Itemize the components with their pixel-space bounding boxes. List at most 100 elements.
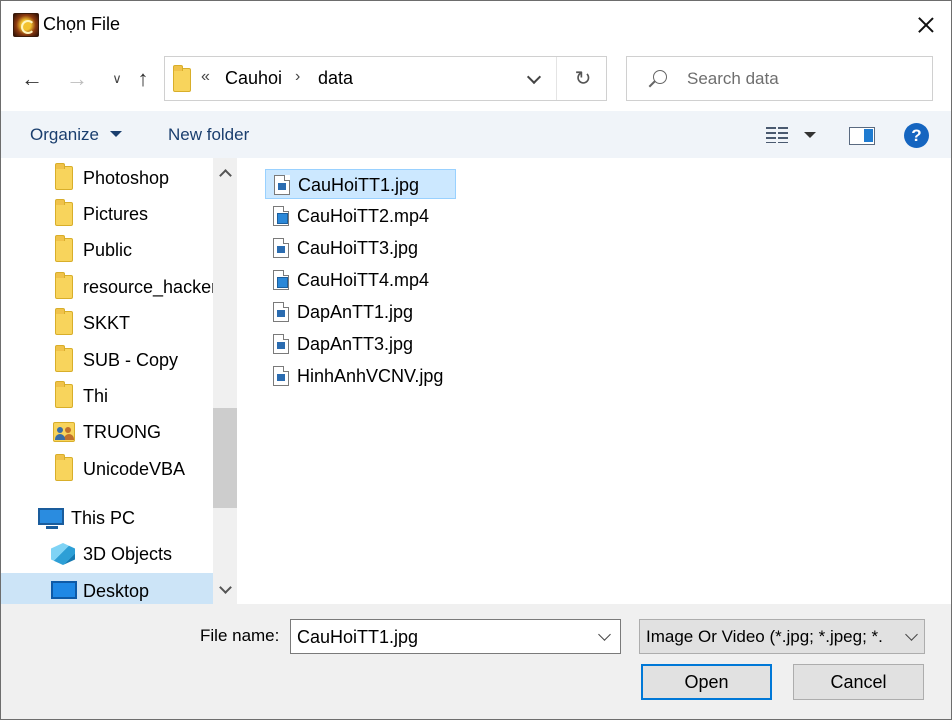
nav-item-label: resource_hacker xyxy=(83,277,218,297)
file-name-input[interactable] xyxy=(297,626,587,648)
close-button[interactable] xyxy=(904,7,948,43)
breadcrumb-data[interactable]: data xyxy=(318,68,353,89)
file-name: CauHoiTT2.mp4 xyxy=(297,206,430,226)
nav-scrollbar[interactable] xyxy=(213,158,237,604)
change-view-button[interactable] xyxy=(764,124,820,146)
file-name: CauHoiTT1.jpg xyxy=(298,175,420,195)
search-icon xyxy=(653,70,667,84)
cancel-button[interactable]: Cancel xyxy=(793,664,924,700)
organize-button[interactable]: Organize xyxy=(30,125,99,145)
window-title: Chọn File xyxy=(43,14,121,34)
file-name: CauHoiTT3.jpg xyxy=(297,238,419,258)
file-name: DapAnTT1.jpg xyxy=(297,302,414,322)
app-logo-icon xyxy=(13,13,39,37)
nav-item-unicodevba[interactable]: UnicodeVBA xyxy=(1,451,213,487)
nav-item-thi[interactable]: Thi xyxy=(1,378,213,414)
overflow-chevron-icon[interactable]: « xyxy=(201,68,210,86)
nav-item-public[interactable]: Public xyxy=(1,232,213,268)
nav-item-label: This PC xyxy=(71,508,136,528)
nav-item-sub-copy[interactable]: SUB - Copy xyxy=(1,342,213,378)
file-item-dapantt3[interactable]: DapAnTT3.jpg xyxy=(265,329,456,359)
nav-item-label: Thi xyxy=(83,386,109,406)
file-name: HinhAnhVCNV.jpg xyxy=(297,366,444,386)
folder-icon xyxy=(55,272,73,299)
navigation-pane[interactable]: Photoshop Pictures Public resource_hacke… xyxy=(1,158,237,604)
new-folder-button[interactable]: New folder xyxy=(168,125,249,145)
search-input[interactable] xyxy=(687,67,927,91)
view-list-icon xyxy=(766,127,788,143)
folder-icon xyxy=(55,381,73,408)
image-file-icon xyxy=(274,175,290,195)
search-box[interactable] xyxy=(626,56,933,101)
nav-item-this-pc[interactable]: This PC xyxy=(1,500,213,536)
file-open-dialog: Chọn File ← → ∨ ↑ « Cauhoi › data ↻ Orga… xyxy=(0,0,952,720)
footer-panel: File name: Image Or Video (*.jpg; *.jpeg… xyxy=(1,604,951,719)
cube-icon xyxy=(51,543,75,565)
nav-item-label: TRUONG xyxy=(83,422,161,442)
image-file-icon xyxy=(273,334,289,354)
nav-item-label: Pictures xyxy=(83,204,149,224)
nav-item-desktop[interactable]: Desktop xyxy=(1,573,213,604)
file-name-combo[interactable] xyxy=(290,619,621,654)
file-item-cauhoitt4[interactable]: CauHoiTT4.mp4 xyxy=(265,265,456,295)
shared-folder-icon xyxy=(53,422,75,442)
address-bar[interactable]: « Cauhoi › data ↻ xyxy=(164,56,607,101)
folder-icon xyxy=(173,65,191,92)
nav-item-resource-hacker[interactable]: resource_hacker xyxy=(1,269,217,305)
file-name: CauHoiTT4.mp4 xyxy=(297,270,430,290)
nav-item-skkt[interactable]: SKKT xyxy=(1,305,213,341)
nav-item-label: Photoshop xyxy=(83,168,170,188)
image-file-icon xyxy=(273,238,289,258)
folder-icon xyxy=(55,199,73,226)
nav-item-label: SKKT xyxy=(83,313,131,333)
nav-item-photoshop[interactable]: Photoshop xyxy=(1,160,213,196)
file-type-value: Image Or Video (*.jpg; *.jpeg; *. xyxy=(646,627,883,646)
file-name: DapAnTT3.jpg xyxy=(297,334,414,354)
up-arrow-icon[interactable]: ↑ xyxy=(129,64,157,94)
address-dropdown-icon[interactable] xyxy=(522,67,546,91)
folder-icon xyxy=(55,163,73,190)
scroll-up-icon[interactable] xyxy=(217,166,233,182)
folder-icon xyxy=(55,235,73,262)
open-button[interactable]: Open xyxy=(641,664,772,700)
nav-item-pictures[interactable]: Pictures xyxy=(1,196,213,232)
scroll-down-icon[interactable] xyxy=(217,582,233,598)
file-item-cauhoitt2[interactable]: CauHoiTT2.mp4 xyxy=(265,201,456,231)
nav-item-truong[interactable]: TRUONG xyxy=(1,414,213,450)
scroll-thumb[interactable] xyxy=(213,408,237,508)
refresh-icon[interactable]: ↻ xyxy=(569,65,597,93)
back-arrow-icon[interactable]: ← xyxy=(18,64,46,94)
file-item-cauhoitt1[interactable]: CauHoiTT1.jpg xyxy=(265,169,456,199)
video-file-icon xyxy=(273,206,289,226)
file-item-dapantt1[interactable]: DapAnTT1.jpg xyxy=(265,297,456,327)
image-file-icon xyxy=(273,302,289,322)
folder-icon xyxy=(55,345,73,372)
folder-icon xyxy=(55,308,73,335)
nav-item-label: Desktop xyxy=(83,581,150,601)
nav-item-3d-objects[interactable]: 3D Objects xyxy=(1,536,213,572)
nav-item-label: SUB - Copy xyxy=(83,350,179,370)
command-bar: Organize New folder ? xyxy=(1,111,951,158)
file-item-hinhanhvcnv[interactable]: HinhAnhVCNV.jpg xyxy=(265,361,456,391)
video-file-icon xyxy=(273,270,289,290)
divider xyxy=(556,57,557,100)
breadcrumb-cauhoi[interactable]: Cauhoi xyxy=(225,68,282,89)
breadcrumb-separator-icon[interactable]: › xyxy=(295,68,300,86)
title-bar: Chọn File xyxy=(1,1,951,49)
pc-icon xyxy=(38,508,64,529)
nav-item-label: 3D Objects xyxy=(83,544,173,564)
recent-locations-chevron-icon[interactable]: ∨ xyxy=(103,64,131,94)
file-item-cauhoitt3[interactable]: CauHoiTT3.jpg xyxy=(265,233,456,263)
file-name-dropdown-icon[interactable] xyxy=(595,628,615,646)
image-file-icon xyxy=(273,366,289,386)
preview-pane-icon[interactable] xyxy=(849,127,875,145)
view-caret-icon xyxy=(804,132,816,138)
help-icon[interactable]: ? xyxy=(904,123,929,148)
forward-arrow-icon[interactable]: → xyxy=(63,64,91,94)
file-name-label: File name: xyxy=(200,626,280,645)
nav-item-label: UnicodeVBA xyxy=(83,459,186,479)
file-type-select[interactable]: Image Or Video (*.jpg; *.jpeg; *. xyxy=(639,619,925,654)
nav-item-label: Public xyxy=(83,240,133,260)
file-list[interactable]: CauHoiTT1.jpg CauHoiTT2.mp4 CauHoiTT3.jp… xyxy=(239,158,951,604)
organize-caret-icon[interactable] xyxy=(110,131,122,137)
